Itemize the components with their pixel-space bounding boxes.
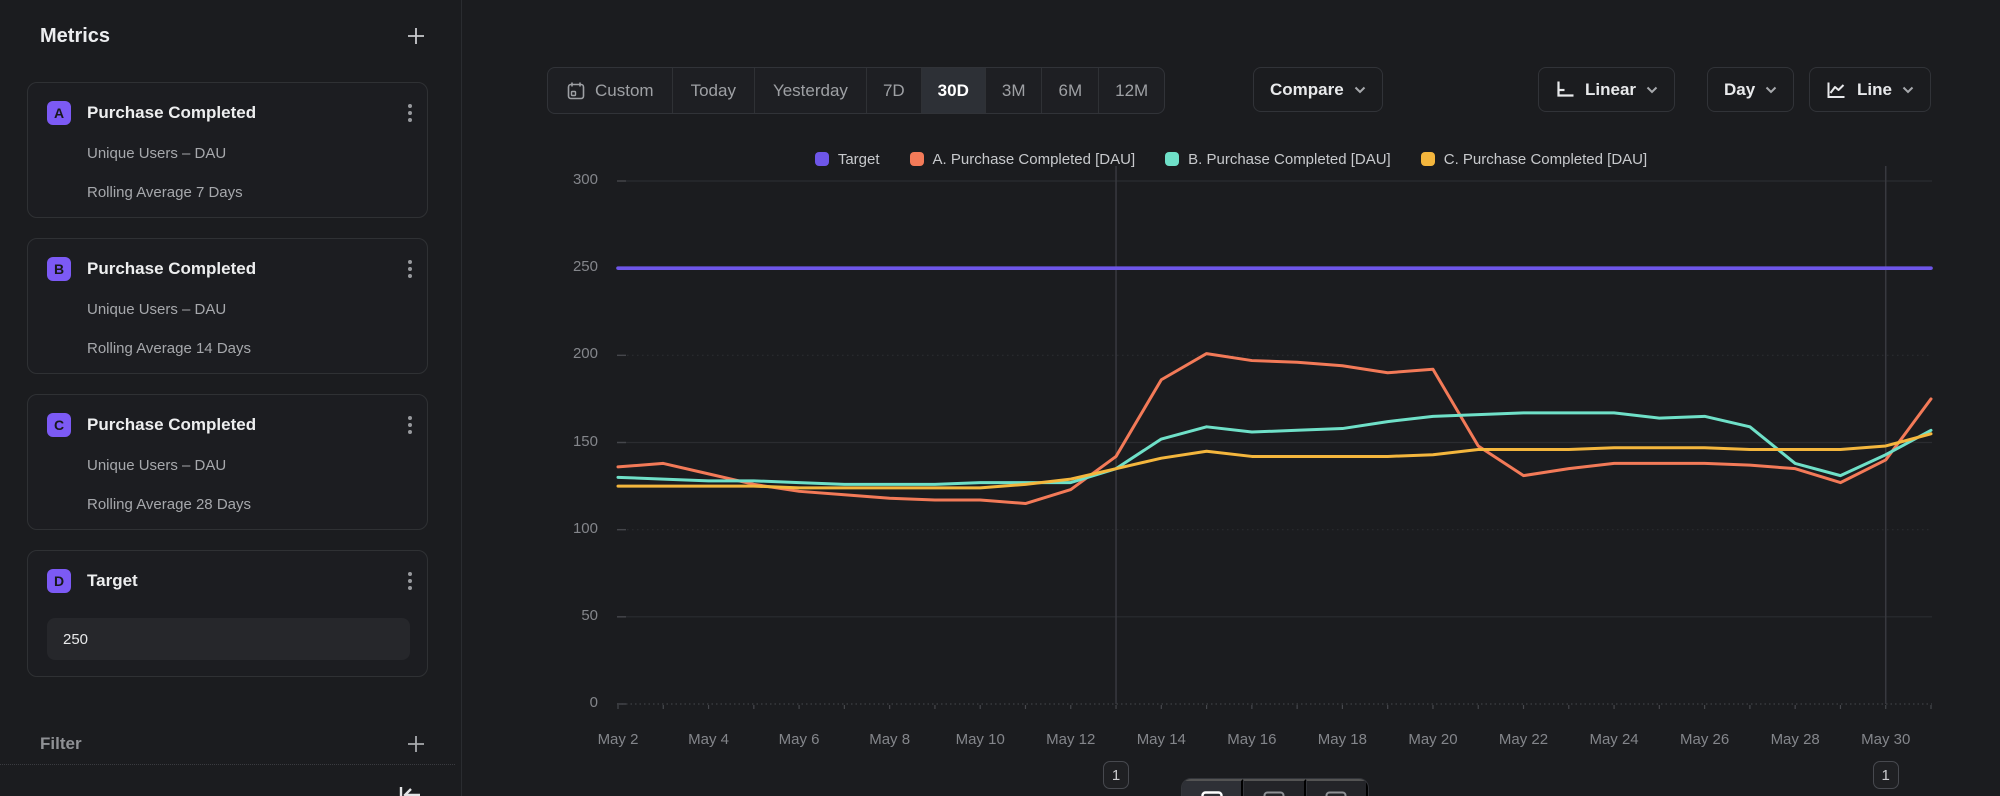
metrics-dashboard: Metrics A Purchase Completed Unique User…	[0, 0, 2000, 796]
chart-view-icon	[1201, 791, 1223, 796]
series-line-c	[618, 434, 1931, 488]
y-axis-label: 300	[508, 171, 598, 188]
x-axis-label: May 22	[1479, 731, 1569, 748]
details-view-icon	[1325, 791, 1347, 796]
view-mode-table[interactable]	[1243, 779, 1305, 796]
x-axis-label: May 4	[664, 731, 754, 748]
table-view-icon	[1263, 791, 1285, 796]
x-axis-label: May 28	[1750, 731, 1840, 748]
y-axis-label: 250	[508, 258, 598, 275]
y-axis-label: 0	[508, 694, 598, 711]
x-axis-label: May 30	[1841, 731, 1931, 748]
x-axis-label: May 14	[1116, 731, 1206, 748]
x-axis-label: May 24	[1569, 731, 1659, 748]
view-mode-toggle	[1181, 778, 1369, 796]
annotation-badge[interactable]: 1	[1103, 761, 1129, 789]
y-axis-label: 150	[508, 433, 598, 450]
x-axis-label: May 2	[573, 731, 663, 748]
y-axis-label: 200	[508, 345, 598, 362]
view-mode-details[interactable]	[1306, 779, 1368, 796]
x-axis-label: May 8	[845, 731, 935, 748]
view-mode-chart[interactable]	[1182, 779, 1243, 796]
y-axis-label: 100	[508, 520, 598, 537]
annotation-badge[interactable]: 1	[1873, 761, 1899, 789]
series-line-a	[618, 354, 1931, 504]
line-chart	[0, 0, 2000, 796]
x-axis-label: May 18	[1297, 731, 1387, 748]
x-axis-label: May 16	[1207, 731, 1297, 748]
y-axis-label: 50	[508, 607, 598, 624]
x-axis-label: May 6	[754, 731, 844, 748]
x-axis-label: May 20	[1388, 731, 1478, 748]
x-axis-label: May 12	[1026, 731, 1116, 748]
x-axis-label: May 10	[935, 731, 1025, 748]
x-axis-label: May 26	[1660, 731, 1750, 748]
